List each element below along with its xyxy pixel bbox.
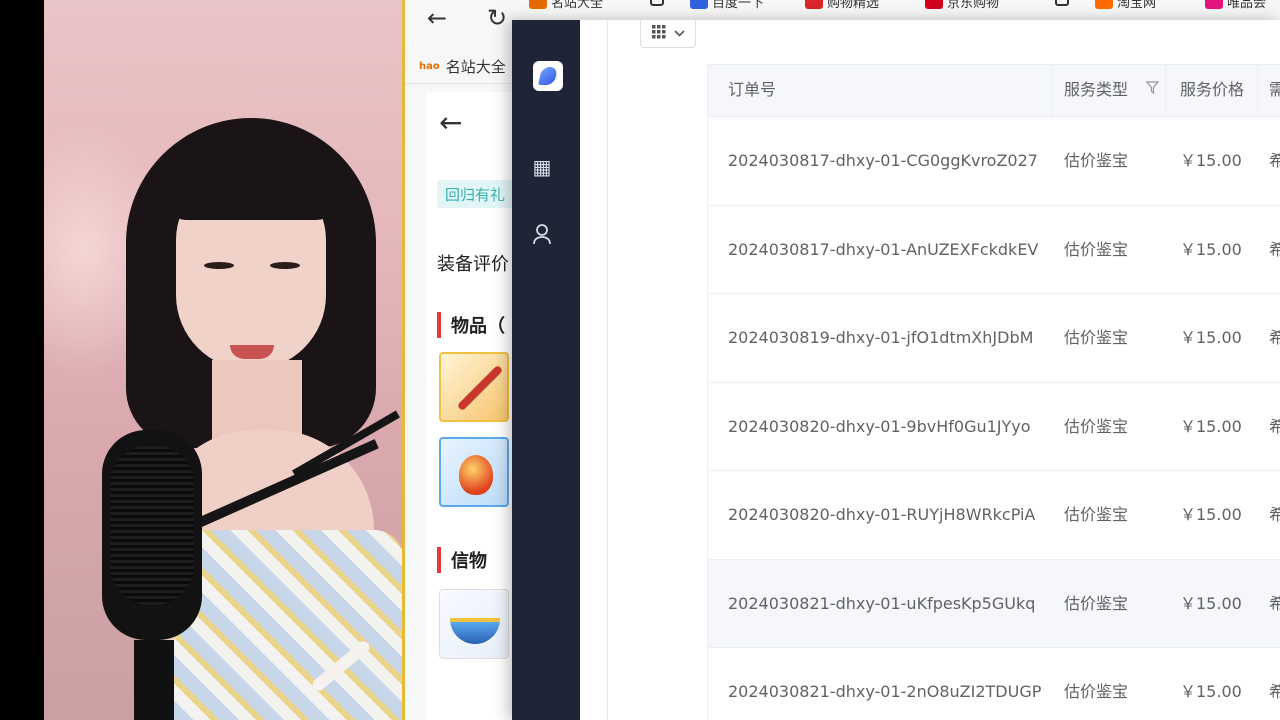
bookmark-label: 名站大全 xyxy=(445,58,506,76)
sword-item-icon[interactable] xyxy=(439,352,509,422)
description-cell: 希望对[骊珠 xyxy=(1269,505,1280,524)
service-type-cell: 估价鉴宝 xyxy=(1064,593,1129,613)
description-cell: 希望对[虎头 xyxy=(1269,239,1280,259)
equipment-review-heading: 装备评价 xyxy=(437,254,509,275)
description-cell: 希望对[混元 xyxy=(1269,151,1280,170)
back-arrow-icon[interactable]: ← xyxy=(427,4,447,32)
price-cell: ￥15.00 xyxy=(1180,239,1242,259)
sidebar: ▦ xyxy=(512,20,580,720)
top-strip-item[interactable]: 百度一下 xyxy=(712,0,764,11)
user-icon[interactable] xyxy=(530,223,554,247)
table-row[interactable]: 2024030819-dhxy-01-jfO1dtmXhJDbM 估价鉴宝 ￥1… xyxy=(708,294,1280,383)
description-cell: 希望对[狐美 xyxy=(1269,328,1280,347)
order-id-cell: 2024030821-dhxy-01-uKfpesKp5GUkq xyxy=(728,593,1036,613)
order-id-cell: 2024030817-dhxy-01-AnUZEXFckdkEV xyxy=(728,239,1039,259)
column-header-description[interactable]: 需求描述 xyxy=(1258,65,1280,117)
reload-icon[interactable]: ↻ xyxy=(487,4,507,32)
order-id-cell: 2024030817-dhxy-01-CG0ggKvroZ027 xyxy=(728,151,1038,170)
top-strip-item[interactable]: 京东购物 xyxy=(947,0,999,11)
price-cell: ￥15.00 xyxy=(1180,416,1242,436)
grid-icon xyxy=(651,24,666,43)
order-id-cell: 2024030821-dhxy-01-2nO8uZI2TDUGP xyxy=(728,682,1042,701)
return-gift-tag[interactable]: 回归有礼 xyxy=(437,180,514,208)
price-cell: ￥15.00 xyxy=(1180,505,1242,524)
tokens-section-title: 信物 xyxy=(437,547,487,573)
column-header-service-type[interactable]: 服务类型 xyxy=(1053,65,1166,117)
bookmark-mingzhan[interactable]: hao 名站大全 xyxy=(419,56,506,77)
order-id-cell: 2024030820-dhxy-01-9bvHf0Gu1JYyo xyxy=(728,416,1031,436)
main-content: 订单号 服务类型 服务价格 需求描述 2024030817-dhxy-01-CG… xyxy=(580,20,1280,720)
service-type-cell: 估价鉴宝 xyxy=(1064,416,1129,436)
items-section-title: 物品（ xyxy=(437,312,505,338)
order-id-cell: 2024030820-dhxy-01-RUYjH8WRkcPiA xyxy=(728,505,1036,524)
app-logo-icon[interactable] xyxy=(533,61,563,91)
table-row[interactable]: 2024030817-dhxy-01-CG0ggKvroZ027 估价鉴宝 ￥1… xyxy=(708,117,1280,206)
top-strip-item[interactable]: 唯品会 xyxy=(1227,0,1266,11)
back-arrow-icon[interactable]: ← xyxy=(439,106,462,139)
description-cell: 希望对[木天 xyxy=(1269,593,1280,613)
order-management-window: ▦ 订单号 服务类型 服务价格 需 2024030817-dhxy-01-CG0… xyxy=(512,20,1280,720)
top-strip-item[interactable]: 名站大全 xyxy=(551,0,603,11)
table-row[interactable]: 2024030821-dhxy-01-uKfpesKp5GUkq 估价鉴宝 ￥1… xyxy=(708,559,1280,648)
webcam-video xyxy=(44,0,402,720)
top-strip-item[interactable]: 购物精选 xyxy=(827,0,879,11)
table-row[interactable]: 2024030820-dhxy-01-9bvHf0Gu1JYyo 估价鉴宝 ￥1… xyxy=(708,382,1280,471)
service-type-cell: 估价鉴宝 xyxy=(1064,239,1129,259)
top-strip-item[interactable]: 淘宝网 xyxy=(1117,0,1156,11)
screen: ← ↻ 名站大全 百度一下 购物精选 京东购物 淘宝网 唯品会 hao 名站大全… xyxy=(0,0,1280,720)
price-cell: ￥15.00 xyxy=(1180,593,1242,613)
description-cell: 希望对[飞剑 xyxy=(1269,682,1280,701)
price-cell: ￥15.00 xyxy=(1180,151,1242,170)
price-cell: ￥15.00 xyxy=(1180,682,1242,701)
table-header: 订单号 服务类型 服务价格 需求描述 xyxy=(708,65,1280,117)
game-page-panel: ← 回归有礼 装备评价 物品（ 信物 xyxy=(427,92,517,720)
service-type-cell: 估价鉴宝 xyxy=(1064,328,1129,347)
service-type-cell: 估价鉴宝 xyxy=(1064,682,1129,701)
column-header-order-id[interactable]: 订单号 xyxy=(708,65,1053,117)
table-row[interactable]: 2024030817-dhxy-01-AnUZEXFckdkEV 估价鉴宝 ￥1… xyxy=(708,205,1280,294)
table-row[interactable]: 2024030820-dhxy-01-RUYjH8WRkcPiA 估价鉴宝 ￥1… xyxy=(708,471,1280,560)
orders-table: 订单号 服务类型 服务价格 需求描述 2024030817-dhxy-01-CG… xyxy=(707,64,1280,720)
column-header-price[interactable]: 服务价格 xyxy=(1166,65,1258,117)
building-icon[interactable]: ▦ xyxy=(530,155,554,179)
order-id-cell: 2024030819-dhxy-01-jfO1dtmXhJDbM xyxy=(728,328,1034,347)
top-bookmark-strip: 名站大全 百度一下 购物精选 京东购物 淘宝网 唯品会 xyxy=(515,0,1280,14)
table-row[interactable]: 2024030821-dhxy-01-2nO8uZI2TDUGP 估价鉴宝 ￥1… xyxy=(708,648,1280,720)
chevron-down-icon xyxy=(673,26,685,41)
gem-item-icon[interactable] xyxy=(439,437,509,507)
column-settings-button[interactable] xyxy=(640,20,696,48)
bowl-item-icon[interactable] xyxy=(439,589,509,659)
service-type-cell: 估价鉴宝 xyxy=(1064,151,1129,170)
price-cell: ￥15.00 xyxy=(1180,328,1242,347)
description-cell: 希望对[飞剑 xyxy=(1269,416,1280,436)
hao-logo-icon: hao xyxy=(419,60,440,72)
service-type-cell: 估价鉴宝 xyxy=(1064,505,1129,524)
filter-icon[interactable] xyxy=(1145,66,1160,116)
